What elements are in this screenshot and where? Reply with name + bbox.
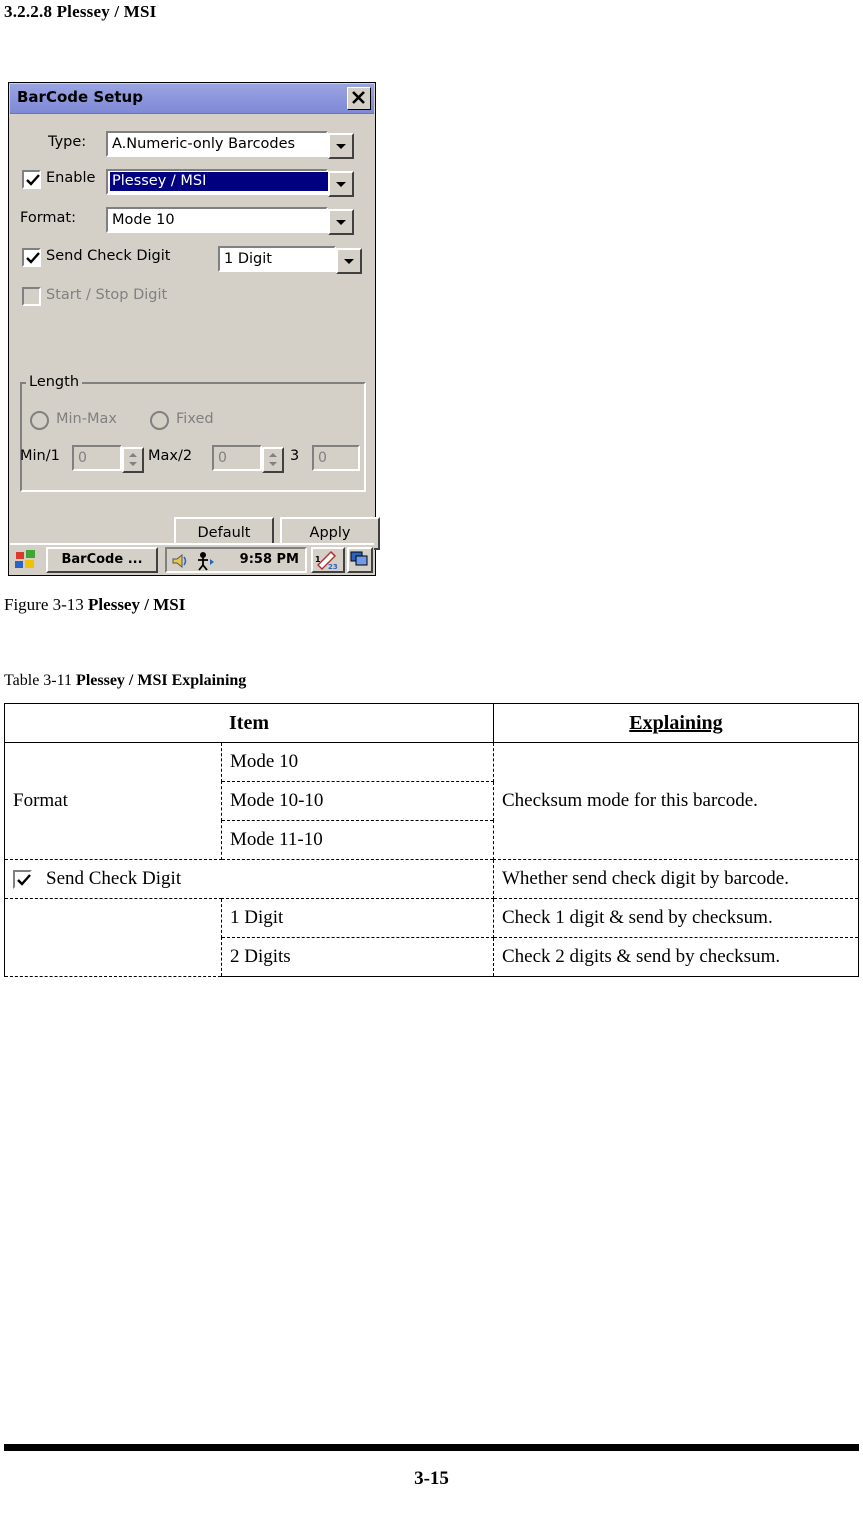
format-option-mode10-10: Mode 10-10 [221,781,494,821]
input-panel-icon[interactable]: 1 23 [311,547,345,573]
send-check-digit-label: Send Check Digit [46,248,171,264]
send-check-digit-option-2digits-explaining: Check 2 digits & send by checksum. [493,937,859,977]
type-value: A.Numeric-only Barcodes [112,136,296,152]
chevron-down-icon[interactable] [336,248,362,274]
send-check-digit-explaining: Whether send check digit by barcode. [493,859,859,899]
min-max-label: Min-Max [56,411,117,427]
dialog-titlebar: BarCode Setup [10,84,374,114]
format-option-mode10: Mode 10 [221,742,494,782]
dialog-title: BarCode Setup [17,88,143,106]
table-header-explaining: Explaining [493,703,859,743]
table-row: Format Mode 10 Checksum mode for this ba… [4,742,859,860]
taskbar-clock: 9:58 PM [239,552,299,567]
length-group-label: Length [26,374,83,390]
footer-rule [4,1444,859,1451]
format-option-mode11-10: Mode 11-10 [221,820,494,860]
dialog-body: Type: A.Numeric-only Barcodes Enable Ple… [10,114,380,550]
taskbar: BarCode ... 9:58 PM 1 23 [10,543,374,574]
svg-text:23: 23 [328,563,338,570]
figure-caption-prefix: Figure 3-13 [4,595,89,614]
table-row: Send Check Digit Whether send check digi… [4,859,859,899]
min-stepper[interactable] [122,447,144,473]
table-caption-prefix: Table 3-11 [4,672,77,689]
length-groupbox [20,382,366,492]
send-check-digit-spacer [4,898,222,977]
chevron-down-icon[interactable] [328,133,354,159]
fixed-radio[interactable] [150,411,169,430]
send-check-digit-option-1digit: 1 Digit [221,898,494,938]
table-caption-bold: Plessey / MSI Explaining [76,672,247,689]
row-item-format: Format [4,742,222,860]
min-label: Min/1 [20,448,60,464]
barcode-setup-screenshot: BarCode Setup Type: A.Numeric-only Barco… [8,82,380,576]
third-value: 0 [318,450,327,466]
taskbar-task-barcode[interactable]: BarCode ... [46,547,158,573]
format-combobox[interactable]: Mode 10 [106,207,354,235]
send-check-digit-option-2digits: 2 Digits [221,937,494,977]
table-header-item: Item [4,703,494,743]
fixed-label: Fixed [176,411,214,427]
chevron-down-icon[interactable] [328,209,354,235]
row-item-send-check-digit: Send Check Digit [4,859,494,899]
third-spinbox[interactable]: 0 [312,445,360,471]
show-desktop-icon[interactable] [347,547,373,573]
format-value: Mode 10 [112,212,175,228]
min-spinbox[interactable]: 0 [72,445,144,473]
figure-caption: Figure 3-13 Plessey / MSI [4,595,185,615]
format-explaining: Checksum mode for this barcode. [493,742,859,860]
taskbar-clock-area[interactable]: 9:58 PM [165,547,307,573]
max-spinbox[interactable]: 0 [212,445,284,473]
page-title: 3.2.2.8 Plessey / MSI [4,2,157,21]
chevron-down-icon[interactable] [328,171,354,197]
third-label: 3 [290,448,300,464]
windows-start-icon[interactable] [14,549,38,571]
max-label: Max/2 [148,448,193,464]
keyboard-person-icon[interactable] [195,551,215,576]
enable-label: Enable [46,170,96,186]
min-value: 0 [78,450,87,466]
start-stop-digit-checkbox[interactable] [22,287,41,306]
table-header-row: Item Explaining [4,703,859,743]
max-value: 0 [218,450,227,466]
svg-text:1: 1 [315,555,321,564]
type-label: Type: [48,134,87,150]
document-page: 3.2.2.8 Plessey / MSI BarCode Setup Type… [0,0,863,1519]
send-check-digit-value: 1 Digit [224,251,272,267]
send-check-digit-option-1digit-explaining: Check 1 digit & send by checksum. [493,898,859,938]
enable-value: Plessey / MSI [110,172,330,191]
send-check-digit-checkbox-icon [13,870,32,890]
table-row: 1 Digit Check 1 digit & send by checksum… [4,898,859,977]
explaining-table: Item Explaining Format Mode 10 Checksum … [4,703,859,977]
page-number: 3-15 [414,1468,449,1489]
max-stepper[interactable] [262,447,284,473]
enable-checkbox[interactable] [22,170,41,189]
table-caption: Table 3-11 Plessey / MSI Explaining [4,672,246,690]
send-check-digit-checkbox[interactable] [22,248,41,267]
close-icon[interactable] [347,87,371,110]
send-check-digit-item-label: Send Check Digit [46,868,182,889]
speaker-icon[interactable] [171,552,191,575]
format-label: Format: [20,210,76,226]
min-max-radio[interactable] [30,411,49,430]
send-check-digit-combobox[interactable]: 1 Digit [218,246,362,274]
type-combobox[interactable]: A.Numeric-only Barcodes [106,131,354,159]
start-stop-digit-label: Start / Stop Digit [46,287,168,303]
enable-combobox[interactable]: Plessey / MSI [106,169,354,197]
figure-caption-bold: Plessey / MSI [88,595,186,614]
